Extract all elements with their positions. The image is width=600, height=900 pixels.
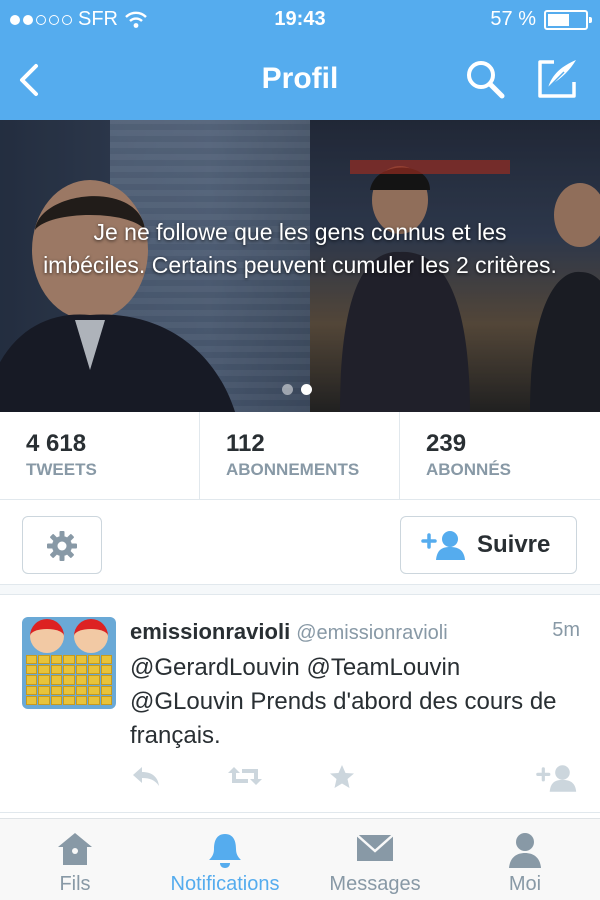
tab-notifications[interactable]: Notifications [150, 819, 300, 900]
tweet[interactable]: emissionravioli @emissionravioli 5m @Gera… [0, 595, 600, 813]
retweet-icon [228, 767, 262, 785]
tweet-author-name[interactable]: emissionravioli [130, 619, 290, 644]
status-bar: SFR 19:43 57 % [0, 0, 600, 40]
settings-button[interactable] [22, 516, 102, 574]
header-page-indicator[interactable] [282, 384, 312, 395]
stat-value: 4 618 [26, 430, 87, 457]
section-divider [0, 585, 600, 595]
compose-tweet-icon[interactable] [534, 56, 580, 102]
add-user-icon [421, 531, 465, 560]
battery-status: 57 % [490, 8, 592, 31]
tab-home[interactable]: Fils [0, 819, 150, 900]
stat-tweets[interactable]: 4 618 TWEETS [0, 412, 200, 500]
tab-bar: Fils Notifications Messages Moi [0, 818, 600, 900]
battery-icon [544, 9, 592, 30]
tab-label: Moi [508, 873, 542, 895]
stat-label: ABONNEMENTS [226, 460, 360, 479]
star-icon [330, 765, 354, 788]
tab-label: Messages [329, 873, 421, 895]
page-dot-active [301, 384, 312, 395]
stat-followers[interactable]: 239 ABONNÉS [400, 412, 600, 500]
top-bar: SFR 19:43 57 % Profil [0, 0, 600, 120]
tweet-timestamp: 5m [552, 619, 580, 641]
avatar-letter-tiles [26, 655, 112, 705]
person-icon [509, 833, 541, 868]
stat-value: 112 [226, 430, 265, 457]
tab-me[interactable]: Moi [450, 819, 600, 900]
stat-label: TWEETS [26, 460, 97, 479]
stat-following[interactable]: 112 ABONNEMENTS [200, 412, 400, 500]
tab-label: Fils [59, 873, 91, 895]
follow-button[interactable]: Suivre [400, 516, 577, 574]
profile-actions: Suivre [0, 500, 600, 585]
profile-header-image[interactable]: Je ne followe que les gens connus et les… [0, 120, 600, 412]
page-title: Profil [261, 62, 339, 95]
battery-percent: 57 % [490, 8, 536, 30]
add-user-icon [536, 765, 577, 792]
page-dot [282, 384, 293, 395]
follow-label: Suivre [477, 531, 551, 558]
home-icon [58, 833, 92, 865]
stat-value: 239 [426, 430, 467, 457]
reply-icon [133, 767, 159, 786]
tweet-author-handle[interactable]: @emissionravioli [296, 622, 447, 644]
retweet-button[interactable] [226, 763, 264, 794]
envelope-icon [356, 834, 394, 861]
stat-label: ABONNÉS [426, 460, 512, 479]
avatar[interactable] [22, 617, 116, 709]
profile-bio: Je ne followe que les gens connus et les… [43, 219, 557, 278]
reply-button[interactable] [130, 763, 162, 794]
tweet-header: emissionravioli @emissionravioli 5m [130, 619, 580, 645]
gear-icon [47, 531, 77, 561]
profile-stats: 4 618 TWEETS 112 ABONNEMENTS 239 ABONNÉS [0, 412, 600, 500]
tab-label: Notifications [170, 873, 280, 895]
tweet-actions [130, 763, 580, 793]
favorite-button[interactable] [328, 763, 356, 796]
tab-messages[interactable]: Messages [300, 819, 450, 900]
nav-bar: Profil [0, 40, 600, 120]
bell-icon [209, 834, 241, 868]
follow-author-button[interactable] [536, 763, 578, 798]
search-icon[interactable] [464, 58, 506, 100]
tweet-text: @GerardLouvin @TeamLouvin @GLouvin Prend… [130, 654, 557, 749]
